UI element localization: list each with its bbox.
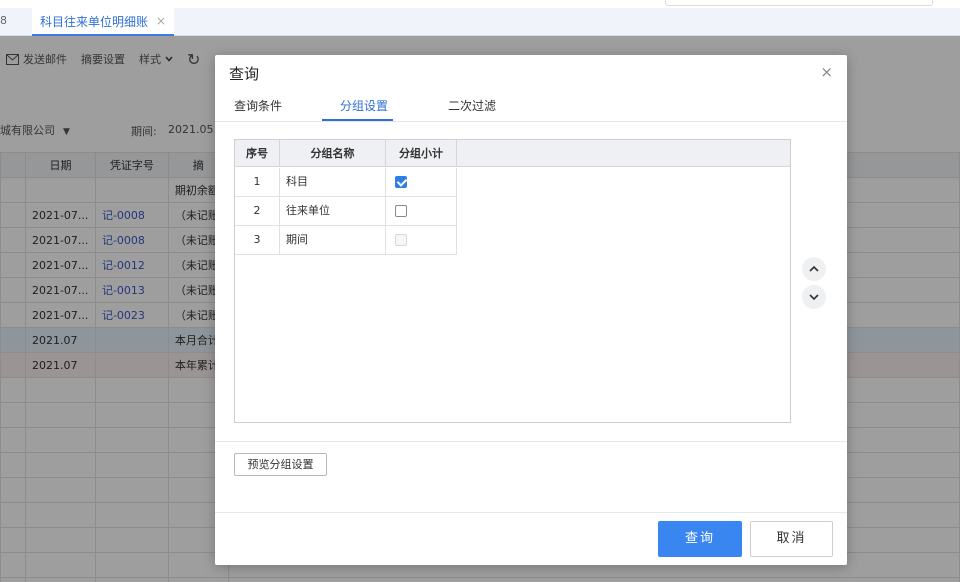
tab-group-settings[interactable]: 分组设置 [340,97,388,114]
grid-row[interactable]: 3 期间 [235,226,457,255]
move-down-button[interactable] [802,285,826,309]
tab-bar: 8 科目往来单位明细账 × [0,8,960,36]
grid-row[interactable]: 2 往来单位 [235,197,457,226]
header-index: 序号 [235,140,280,167]
header-group-subtotal: 分组小计 [386,140,457,167]
query-dialog: 查询 × 查询条件 分组设置 二次过滤 序号 分组名称 分组小计 1 科目 2 往来单… [215,55,847,565]
move-up-button[interactable] [802,257,826,281]
subtotal-cell [386,226,457,254]
tab-label: 科目往来单位明细账 [40,14,149,29]
group-name: 科目 [280,168,386,196]
row-index: 3 [235,226,280,254]
subtotal-checkbox[interactable] [395,205,407,217]
group-name: 往来单位 [280,197,386,225]
header-group-name: 分组名称 [280,140,386,167]
tab-close-icon[interactable]: × [156,14,166,28]
grid-header: 序号 分组名称 分组小计 [235,140,790,167]
dialog-tabs: 查询条件 分组设置 二次过滤 [215,89,847,122]
tab-secondary-filter[interactable]: 二次过滤 [448,97,496,114]
divider [215,441,847,442]
subtotal-cell [386,197,457,225]
top-strip [0,0,960,8]
group-settings-grid: 序号 分组名称 分组小计 1 科目 2 往来单位 3 期间 [234,139,791,423]
cancel-button[interactable]: 取消 [750,521,833,557]
global-search-input[interactable] [665,0,933,6]
subtotal-checkbox[interactable] [395,176,407,188]
row-index: 2 [235,197,280,225]
tab-query-conditions[interactable]: 查询条件 [234,97,282,114]
subtotal-cell [386,168,457,196]
grid-row[interactable]: 1 科目 [235,168,457,197]
subtotal-checkbox [395,234,407,246]
query-button[interactable]: 查询 [658,521,742,557]
chevron-up-icon [809,265,819,272]
preview-group-settings-button[interactable]: 预览分组设置 [234,453,327,476]
tab-previous[interactable]: 8 [0,14,7,27]
dialog-title: 查询 [229,65,260,83]
active-tab-indicator [322,119,393,121]
close-icon[interactable]: × [820,63,833,81]
tab-subject-partner-ledger[interactable]: 科目往来单位明细账 × [32,8,175,36]
group-name: 期间 [280,226,386,254]
divider [215,512,847,513]
chevron-down-icon [809,294,819,301]
row-index: 1 [235,168,280,196]
